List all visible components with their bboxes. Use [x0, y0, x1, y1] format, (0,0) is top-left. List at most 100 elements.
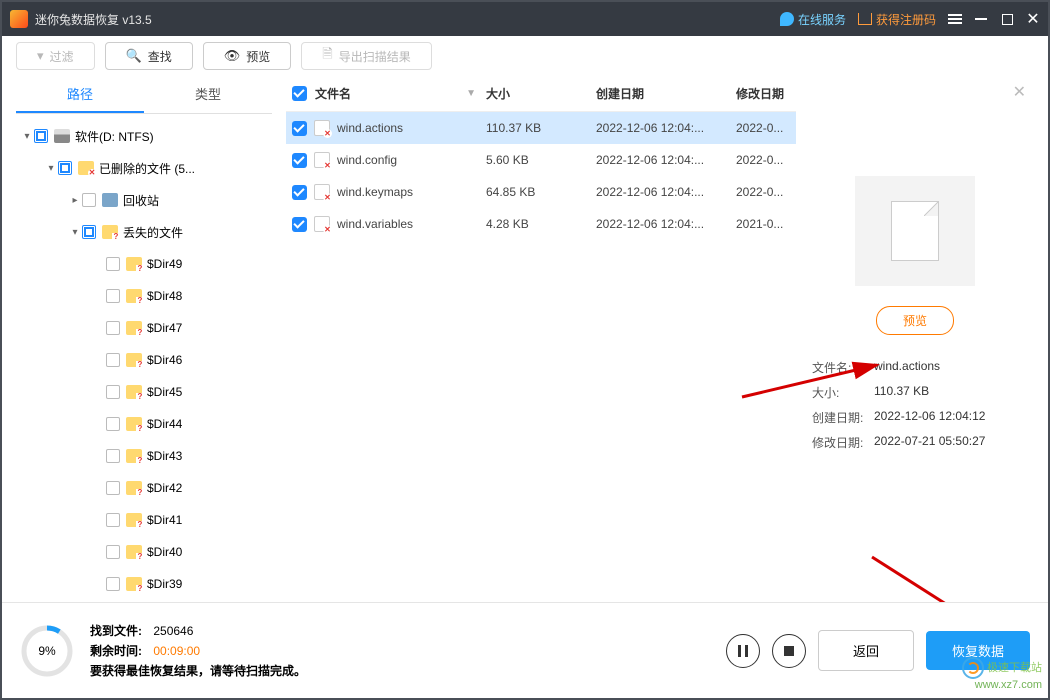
tree-node-lost[interactable]: ▾ 丢失的文件 [16, 216, 272, 248]
meta-label-modified: 修改日期: [812, 434, 874, 451]
pause-button[interactable] [726, 634, 760, 668]
checkbox[interactable] [106, 449, 120, 463]
tree-node-dir[interactable]: $Dir41 [16, 504, 272, 536]
file-created: 2022-12-06 12:04:... [596, 153, 736, 167]
tree-node-dir[interactable]: $Dir46 [16, 344, 272, 376]
checkbox[interactable] [82, 193, 96, 207]
checkbox[interactable] [58, 161, 72, 175]
filter-label: 过滤 [50, 48, 74, 65]
maximize-button[interactable] [1000, 12, 1014, 26]
folder-unknown-icon [126, 577, 142, 591]
tree-label: 已删除的文件 (5... [99, 160, 195, 177]
table-row[interactable]: wind.actions 110.37 KB 2022-12-06 12:04:… [286, 112, 796, 144]
chevron-down-icon[interactable]: ▾ [44, 163, 58, 174]
tree-panel: 路径 类型 ▾ 软件(D: NTFS) ▾ 已删除的文件 (5... ▸ 回收站 [16, 76, 272, 596]
file-modified: 2022-0... [736, 185, 796, 199]
tab-type[interactable]: 类型 [144, 76, 272, 113]
checkbox[interactable] [292, 185, 307, 200]
checkbox[interactable] [82, 225, 96, 239]
file-deleted-icon [314, 184, 330, 200]
meta-value-created: 2022-12-06 12:04:12 [874, 409, 1018, 426]
chevron-right-icon[interactable]: ▸ [68, 195, 82, 206]
search-button[interactable]: 🔍查找 [105, 42, 193, 70]
tree-node-recycle[interactable]: ▸ 回收站 [16, 184, 272, 216]
checkbox[interactable] [34, 129, 48, 143]
tree-label: $Dir42 [147, 481, 182, 495]
maximize-icon [1002, 14, 1013, 25]
tree-node-dir[interactable]: $Dir39 [16, 568, 272, 596]
preview-button[interactable]: 预览 [876, 306, 954, 335]
tree-node-dir[interactable]: $Dir43 [16, 440, 272, 472]
menu-button[interactable] [948, 12, 962, 26]
register-link[interactable]: 获得注册码 [858, 11, 936, 28]
checkbox[interactable] [106, 481, 120, 495]
tree-node-deleted[interactable]: ▾ 已删除的文件 (5... [16, 152, 272, 184]
checkbox[interactable] [106, 385, 120, 399]
back-button[interactable]: 返回 [818, 630, 914, 671]
filter-button[interactable]: ▾过滤 [16, 42, 95, 70]
tree-node-drive[interactable]: ▾ 软件(D: NTFS) [16, 120, 272, 152]
tree-label: 回收站 [123, 192, 159, 209]
stop-button[interactable] [772, 634, 806, 668]
close-icon: ✕ [1026, 9, 1039, 29]
tree-node-dir[interactable]: $Dir40 [16, 536, 272, 568]
col-name[interactable]: 文件名 [315, 85, 351, 102]
tree-node-dir[interactable]: $Dir47 [16, 312, 272, 344]
col-size[interactable]: 大小 [486, 85, 596, 102]
checkbox[interactable] [106, 577, 120, 591]
checkbox[interactable] [106, 417, 120, 431]
checkbox[interactable] [292, 121, 307, 136]
checkbox[interactable] [106, 321, 120, 335]
minimize-button[interactable] [974, 12, 988, 26]
tree[interactable]: ▾ 软件(D: NTFS) ▾ 已删除的文件 (5... ▸ 回收站 ▾ [16, 114, 272, 596]
table-row[interactable]: wind.keymaps 64.85 KB 2022-12-06 12:04:.… [286, 176, 796, 208]
tree-node-dir[interactable]: $Dir49 [16, 248, 272, 280]
tree-node-dir[interactable]: $Dir44 [16, 408, 272, 440]
file-name: wind.actions [337, 121, 403, 135]
online-service-link[interactable]: 在线服务 [780, 11, 846, 28]
recover-button[interactable]: 恢复数据 [926, 631, 1030, 670]
hint-text: 要获得最佳恢复结果，请等待扫描完成。 [90, 661, 306, 681]
folder-unknown-icon [126, 385, 142, 399]
tab-path[interactable]: 路径 [16, 76, 144, 113]
checkbox[interactable] [106, 513, 120, 527]
tree-label: $Dir44 [147, 417, 182, 431]
table-row[interactable]: wind.variables 4.28 KB 2022-12-06 12:04:… [286, 208, 796, 240]
folder-unknown-icon [126, 289, 142, 303]
tree-node-dir[interactable]: $Dir45 [16, 376, 272, 408]
folder-unknown-icon [126, 321, 142, 335]
chevron-down-icon[interactable]: ▾ [68, 227, 82, 238]
checkbox[interactable] [292, 217, 307, 232]
checkbox[interactable] [106, 353, 120, 367]
pause-icon [738, 645, 748, 657]
tree-label: $Dir40 [147, 545, 182, 559]
file-size: 4.28 KB [486, 217, 596, 231]
file-icon [891, 201, 939, 261]
sort-icon[interactable]: ▼ [466, 88, 476, 99]
table-row[interactable]: wind.config 5.60 KB 2022-12-06 12:04:...… [286, 144, 796, 176]
checkbox[interactable] [292, 153, 307, 168]
col-created[interactable]: 创建日期 [596, 85, 736, 102]
checkbox[interactable] [106, 545, 120, 559]
status-bar: 9% 找到文件: 250646 剩余时间: 00:09:00 要获得最佳恢复结果… [2, 602, 1048, 698]
chat-icon [780, 12, 794, 26]
col-modified[interactable]: 修改日期 [736, 85, 796, 102]
checkbox[interactable] [106, 289, 120, 303]
tree-node-dir[interactable]: $Dir42 [16, 472, 272, 504]
checkbox-all[interactable] [292, 86, 307, 101]
export-button[interactable]: 🗎导出扫描结果 [301, 42, 431, 70]
folder-unknown-icon [126, 513, 142, 527]
close-preview-button[interactable]: ✕ [1013, 82, 1026, 102]
tree-label: $Dir49 [147, 257, 182, 271]
file-modified: 2022-0... [736, 153, 796, 167]
toolbar: ▾过滤 🔍查找 👁预览 🗎导出扫描结果 [2, 36, 1048, 76]
meta-value-size: 110.37 KB [874, 384, 1018, 401]
preview-thumbnail [855, 176, 975, 286]
close-button[interactable]: ✕ [1026, 12, 1040, 26]
chevron-down-icon[interactable]: ▾ [20, 131, 34, 142]
preview-toolbar-button[interactable]: 👁预览 [203, 42, 292, 70]
tree-tabs: 路径 类型 [16, 76, 272, 114]
titlebar: 迷你兔数据恢复 v13.5 在线服务 获得注册码 ✕ [2, 2, 1048, 36]
tree-node-dir[interactable]: $Dir48 [16, 280, 272, 312]
checkbox[interactable] [106, 257, 120, 271]
